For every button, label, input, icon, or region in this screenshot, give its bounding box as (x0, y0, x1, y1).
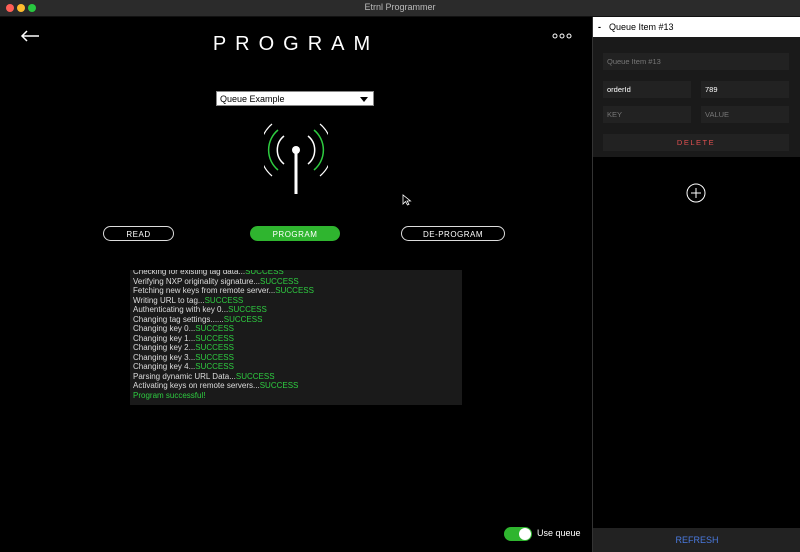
queue-select[interactable]: Queue Example (216, 91, 374, 106)
log-line: Verifying NXP originality signature...SU… (133, 277, 459, 287)
log-line-status: SUCCESS (259, 381, 299, 390)
toggle-knob (519, 528, 531, 540)
log-line-text: Changing key 2... (133, 343, 196, 352)
log-line-status: SUCCESS (260, 276, 299, 286)
chevron-down-icon (360, 97, 368, 102)
queue-select-value: Queue Example (220, 94, 285, 104)
log-line: Changing key 3...SUCCESS (133, 353, 459, 363)
queue-item-name-input[interactable]: Queue Item #13 (603, 53, 789, 70)
log-line-status: SUCCESS (195, 343, 234, 352)
log-line-status: SUCCESS (223, 314, 263, 324)
read-button[interactable]: READ (103, 226, 174, 241)
more-icon[interactable] (552, 31, 572, 41)
log-line: Changing key 1...SUCCESS (133, 334, 459, 344)
program-button[interactable]: PROGRAM (250, 226, 340, 241)
log-line-text: Changing key 0... (133, 324, 196, 333)
refresh-button[interactable]: REFRESH (593, 528, 800, 552)
cursor-icon (402, 194, 412, 206)
log-line-status: SUCCESS (195, 324, 234, 333)
window-title: Etrnl Programmer (364, 2, 436, 12)
page-title: PROGRAM (212, 33, 380, 55)
log-line: Changing key 2...SUCCESS (133, 343, 459, 353)
log-line: Changing key 0...SUCCESS (133, 324, 459, 334)
log-line: Changing tag settings......SUCCESS (133, 315, 459, 325)
log-line-text: Writing URL to tag... (133, 295, 205, 305)
log-line-text: Program successful! (133, 390, 206, 400)
log-line-status: SUCCESS (195, 362, 234, 371)
log-line-text: Parsing dynamic URL Data... (133, 371, 236, 381)
log-line-text: Changing key 3... (133, 352, 196, 362)
log-line: Activating keys on remote servers...SUCC… (133, 381, 459, 391)
log-line-text: Activating keys on remote servers... (133, 381, 260, 390)
log-line-status: SUCCESS (204, 295, 244, 305)
main-area: PROGRAM Queue Example READ PROGRAM DE-PR… (0, 17, 592, 552)
antenna-icon (264, 123, 328, 194)
use-queue-toggle[interactable] (504, 527, 532, 541)
log-line-status: SUCCESS (275, 286, 314, 295)
collapse-button[interactable]: - (598, 17, 601, 37)
panel-header: - Queue Item #13 (593, 17, 800, 37)
queue-panel: - Queue Item #13 Queue Item #13 orderId … (592, 17, 800, 552)
log-line-status: SUCCESS (245, 270, 284, 276)
entry-value-input[interactable]: 789 (701, 81, 789, 98)
log-line-text: Checking for existing tag data... (133, 270, 246, 276)
delete-button[interactable]: DELETE (603, 134, 789, 151)
panel-title: Queue Item #13 (609, 22, 674, 32)
log-line-text: Changing key 4... (133, 362, 196, 371)
log-line-status: SUCCESS (195, 333, 234, 343)
log-line: Writing URL to tag...SUCCESS (133, 296, 459, 306)
queue-item-card: Queue Item #13 orderId 789 KEY VALUE DEL… (593, 37, 800, 157)
log-line-status: SUCCESS (228, 305, 267, 314)
log-line-text: Authenticating with key 0... (133, 305, 229, 314)
log-line-text: Fetching new keys from remote server... (133, 286, 276, 295)
new-value-input[interactable]: VALUE (701, 106, 789, 123)
log-line: Authenticating with key 0...SUCCESS (133, 305, 459, 315)
new-key-input[interactable]: KEY (603, 106, 691, 123)
entry-key-input[interactable]: orderId (603, 81, 691, 98)
log-line: Fetching new keys from remote server...S… (133, 286, 459, 296)
de-program-button[interactable]: DE-PROGRAM (401, 226, 505, 241)
program-log[interactable]: Checking for existing tag data...SUCCESS… (130, 270, 462, 405)
log-line: Changing key 4...SUCCESS (133, 362, 459, 372)
log-line-text: Changing tag settings...... (133, 314, 224, 324)
use-queue-label: Use queue (537, 528, 581, 538)
add-icon[interactable] (686, 183, 706, 203)
log-line-status: SUCCESS (195, 352, 234, 362)
log-lines: Checking for existing tag data...SUCCESS… (133, 270, 459, 400)
log-line-text: Changing key 1... (133, 333, 196, 343)
title-bar: Etrnl Programmer (0, 0, 800, 17)
log-line: Program successful! (133, 391, 459, 401)
log-line-text: Verifying NXP originality signature... (133, 276, 261, 286)
log-line-status: SUCCESS (235, 371, 275, 381)
log-line: Parsing dynamic URL Data...SUCCESS (133, 372, 459, 382)
